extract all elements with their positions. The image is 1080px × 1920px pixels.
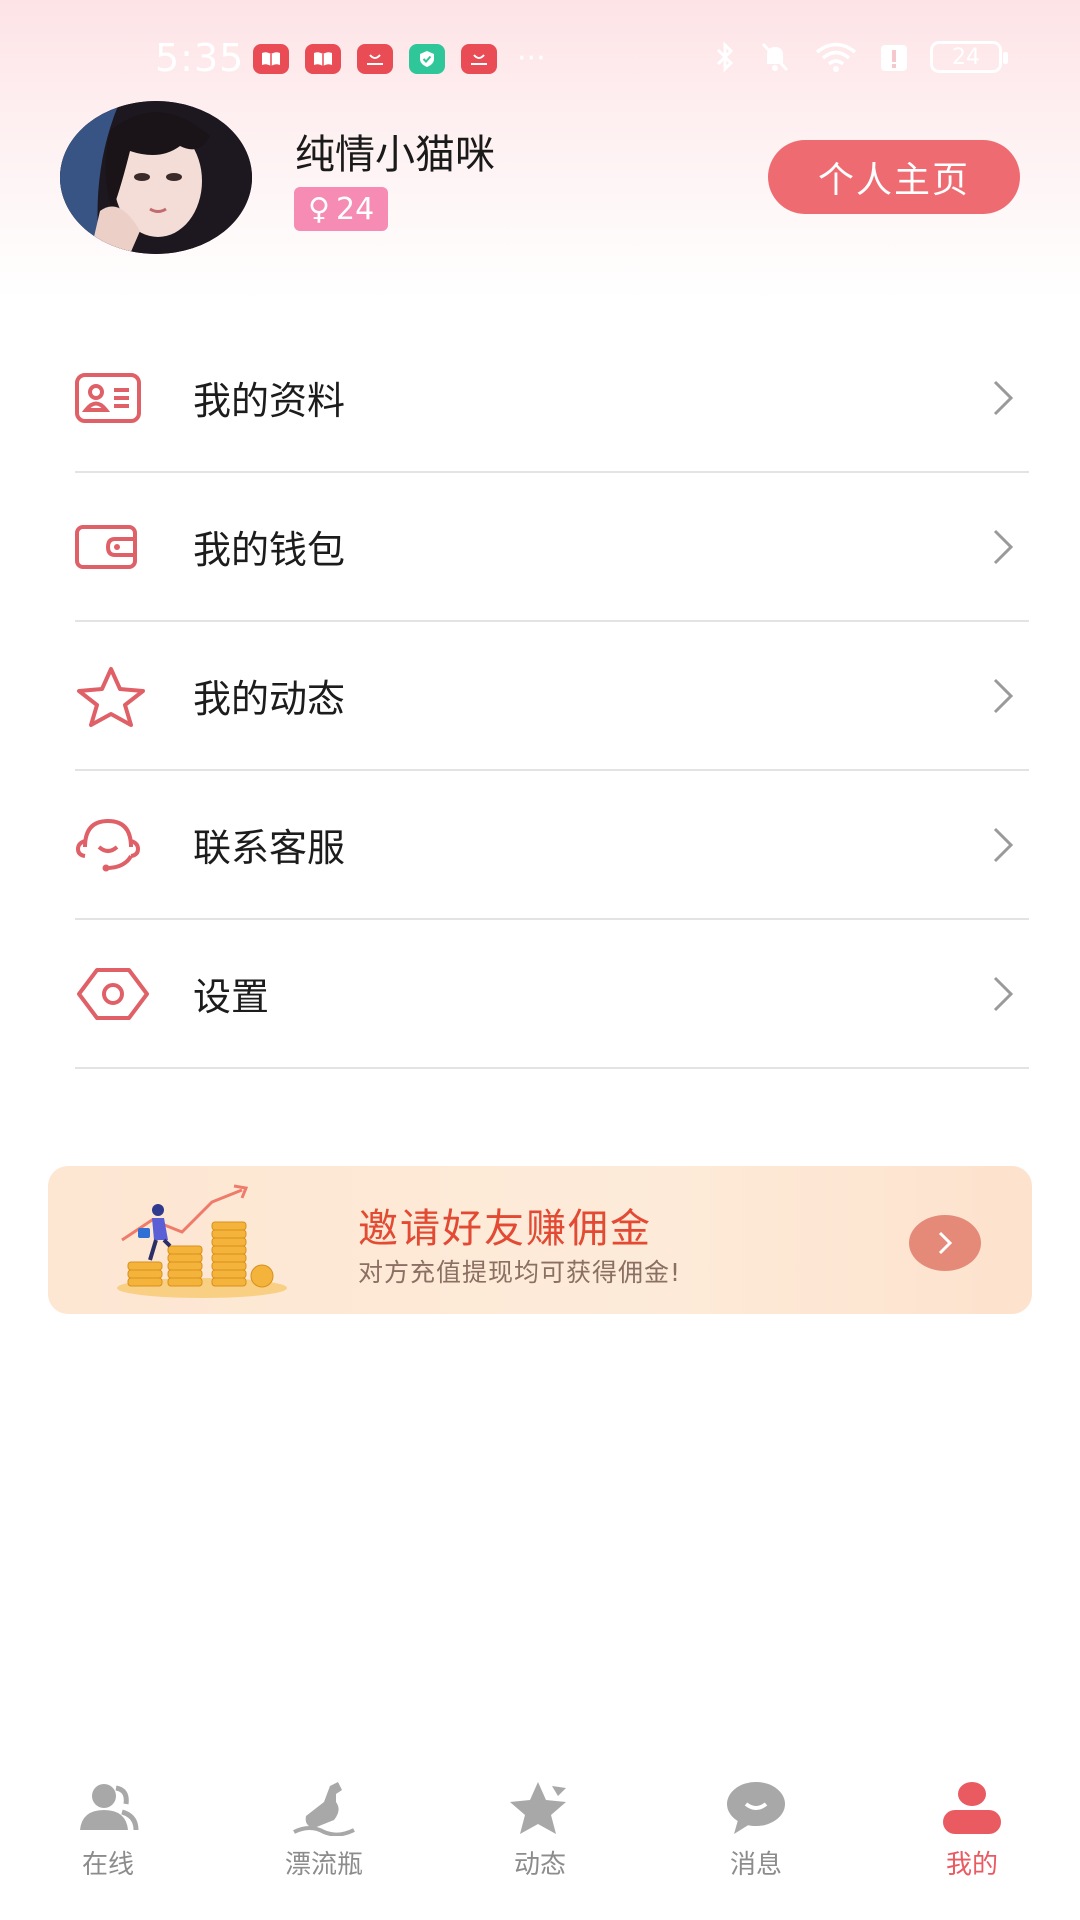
- nav-tab-online[interactable]: 在线: [38, 1780, 178, 1890]
- menu-item-label: 联系客服: [193, 826, 346, 870]
- profile-home-button[interactable]: 个人主页: [768, 140, 1020, 214]
- alert-icon: [881, 45, 907, 71]
- nav-label: 消息: [729, 1850, 782, 1880]
- chevron-right-icon: [993, 976, 1014, 1011]
- star-icon: [510, 1782, 566, 1834]
- system-icons: 24: [714, 40, 1008, 74]
- menu-item-settings[interactable]: 设置: [75, 920, 1029, 1069]
- status-time: 5:35: [155, 36, 245, 80]
- coins-growth-illustration: [117, 1184, 287, 1298]
- avatar[interactable]: [60, 101, 252, 254]
- chevron-right-icon: [993, 678, 1014, 713]
- username: 纯情小猫咪: [295, 132, 495, 178]
- wifi-icon: [815, 42, 857, 72]
- book-icon: [305, 44, 341, 74]
- menu-item-moments[interactable]: 我的动态: [75, 622, 1029, 771]
- chevron-right-icon: [938, 1231, 953, 1255]
- menu-item-profile[interactable]: 我的资料: [75, 324, 1029, 473]
- status-bar: 5:35 ··· 24: [0, 30, 1080, 86]
- nav-tab-mine[interactable]: 我的: [902, 1780, 1042, 1890]
- nav-label: 我的: [945, 1850, 998, 1880]
- nav-tab-moments[interactable]: 动态: [470, 1780, 610, 1890]
- huawei-store-icon: [357, 44, 393, 74]
- menu-item-label: 设置: [193, 975, 270, 1019]
- banner-arrow-button[interactable]: [909, 1215, 981, 1271]
- notification-icons: ···: [253, 44, 546, 74]
- menu-item-label: 我的资料: [193, 379, 346, 423]
- female-icon: ♀: [308, 191, 330, 227]
- gender-age-badge: ♀ 24: [294, 187, 389, 231]
- battery-indicator: 24: [930, 41, 1008, 73]
- chat-icon: [727, 1782, 785, 1834]
- id-card-icon: [75, 363, 157, 433]
- nav-label: 在线: [81, 1850, 134, 1880]
- banner-title: 邀请好友赚佣金: [358, 1206, 652, 1252]
- users-icon: [80, 1784, 139, 1831]
- menu-item-wallet[interactable]: 我的钱包: [75, 473, 1029, 622]
- headset-icon: [75, 810, 157, 880]
- nav-label: 动态: [513, 1850, 566, 1880]
- nav-tab-bottle[interactable]: 漂流瓶: [254, 1780, 394, 1890]
- mute-icon: [761, 42, 789, 72]
- menu-list: 我的资料 我的钱包 我的动态 联系客服 设置: [75, 324, 1029, 1069]
- nav-tab-messages[interactable]: 消息: [686, 1780, 826, 1890]
- person-icon: [943, 1782, 1001, 1834]
- shield-check-icon: [409, 44, 445, 74]
- menu-item-label: 我的动态: [193, 677, 346, 721]
- chevron-right-icon: [993, 529, 1014, 564]
- wallet-icon: [75, 512, 157, 582]
- gear-icon: [75, 959, 157, 1029]
- bottom-navigation: 在线 漂流瓶 动态 消息 我的: [0, 1780, 1080, 1920]
- more-notifications: ···: [517, 41, 546, 76]
- nav-label: 漂流瓶: [284, 1850, 363, 1880]
- star-icon: [75, 661, 157, 731]
- huawei-store-icon: [461, 44, 497, 74]
- chevron-right-icon: [993, 380, 1014, 415]
- menu-item-label: 我的钱包: [193, 528, 346, 572]
- book-icon: [253, 44, 289, 74]
- banner-subtitle: 对方充值提现均可获得佣金!: [358, 1258, 682, 1287]
- bottle-icon: [293, 1782, 355, 1836]
- menu-item-customer-service[interactable]: 联系客服: [75, 771, 1029, 920]
- age-value: 24: [335, 191, 375, 227]
- chevron-right-icon: [993, 827, 1014, 862]
- invite-banner[interactable]: 邀请好友赚佣金 对方充值提现均可获得佣金!: [48, 1166, 1032, 1314]
- bluetooth-icon: [716, 41, 734, 73]
